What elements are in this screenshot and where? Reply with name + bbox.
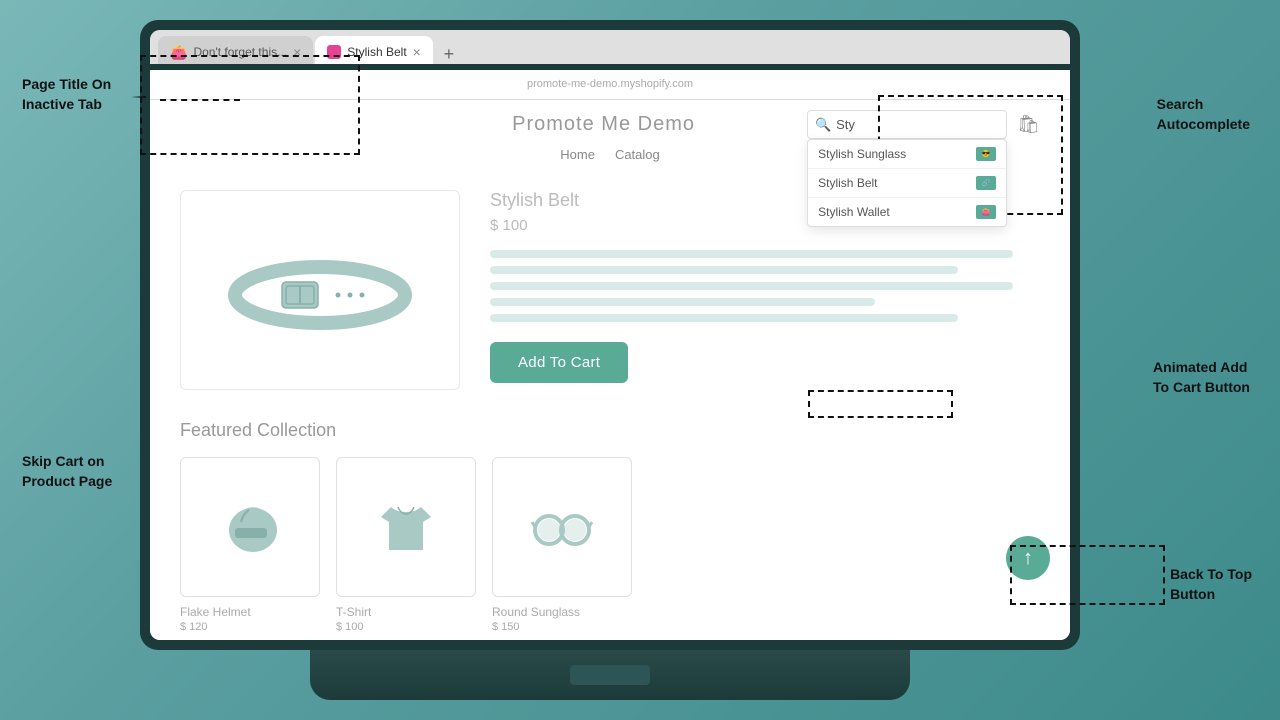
add-to-cart-button[interactable]: Add To Cart bbox=[490, 342, 628, 383]
featured-price-3: $ 150 bbox=[492, 621, 632, 633]
autocomplete-label-2: Stylish Belt bbox=[818, 176, 877, 190]
featured-img-box-1 bbox=[180, 457, 320, 597]
search-icon: 🔍 bbox=[815, 117, 831, 133]
featured-title: Featured Collection bbox=[180, 420, 1040, 441]
autocomplete-item-3[interactable]: Stylish Wallet 👛 bbox=[808, 198, 1006, 226]
desc-line-4 bbox=[490, 298, 875, 306]
trackpad[interactable] bbox=[570, 665, 650, 685]
featured-price-2: $ 100 bbox=[336, 621, 476, 633]
featured-name-2: T-Shirt bbox=[336, 605, 476, 619]
site-title: Promote Me Demo bbox=[400, 113, 807, 136]
featured-grid: Flake Helmet $ 120 T-Shirt bbox=[180, 457, 1040, 633]
annotation-page-title: Page Title OnInactive Tab bbox=[22, 75, 111, 114]
nav-catalog[interactable]: Catalog bbox=[615, 147, 660, 162]
featured-img-box-2 bbox=[336, 457, 476, 597]
autocomplete-icon-2: 🔗 bbox=[976, 176, 996, 190]
dashed-box-page-title bbox=[140, 55, 360, 155]
belt-image bbox=[220, 230, 420, 350]
tab2-close[interactable]: × bbox=[413, 44, 421, 60]
annotation-line-1 bbox=[160, 99, 240, 101]
dashed-box-add-cart bbox=[808, 390, 953, 418]
featured-item-3[interactable]: Round Sunglass $ 150 bbox=[492, 457, 632, 633]
sunglass-image bbox=[527, 492, 597, 562]
helmet-image bbox=[215, 492, 285, 562]
autocomplete-label-1: Stylish Sunglass bbox=[818, 147, 906, 161]
desc-line-1 bbox=[490, 250, 1013, 258]
autocomplete-icon-3: 👛 bbox=[976, 205, 996, 219]
desc-line-2 bbox=[490, 266, 958, 274]
featured-item-2[interactable]: T-Shirt $ 100 bbox=[336, 457, 476, 633]
autocomplete-item-2[interactable]: Stylish Belt 🔗 bbox=[808, 169, 1006, 198]
annotation-back-top: Back To TopButton bbox=[1170, 565, 1252, 604]
laptop-base bbox=[310, 650, 910, 700]
featured-price-1: $ 120 bbox=[180, 621, 320, 633]
annotation-skip-cart: Skip Cart onProduct Page bbox=[22, 452, 112, 491]
featured-name-3: Round Sunglass bbox=[492, 605, 632, 619]
annotation-add-cart: Animated AddTo Cart Button bbox=[1153, 358, 1250, 397]
featured-name-1: Flake Helmet bbox=[180, 605, 320, 619]
featured-img-box-3 bbox=[492, 457, 632, 597]
product-image-box bbox=[180, 190, 460, 390]
autocomplete-item[interactable]: Stylish Sunglass 😎 bbox=[808, 140, 1006, 169]
featured-section: Featured Collection bbox=[150, 410, 1070, 640]
autocomplete-dropdown: Stylish Sunglass 😎 Stylish Belt 🔗 bbox=[807, 139, 1007, 227]
featured-item-1[interactable]: Flake Helmet $ 120 bbox=[180, 457, 320, 633]
nav-home[interactable]: Home bbox=[560, 147, 595, 162]
annotation-arrow-1 bbox=[131, 96, 146, 98]
tshirt-image bbox=[371, 492, 441, 562]
autocomplete-icon-1: 😎 bbox=[976, 147, 996, 161]
desc-line-3 bbox=[490, 282, 1013, 290]
dashed-box-back-top bbox=[1010, 545, 1165, 605]
autocomplete-label-3: Stylish Wallet bbox=[818, 205, 890, 219]
product-description bbox=[490, 250, 1040, 322]
desc-line-5 bbox=[490, 314, 958, 322]
page-content: Promote Me Demo 🔍 Stylish Sunglass bbox=[150, 100, 1070, 640]
annotation-search: SearchAutocomplete bbox=[1157, 95, 1250, 134]
